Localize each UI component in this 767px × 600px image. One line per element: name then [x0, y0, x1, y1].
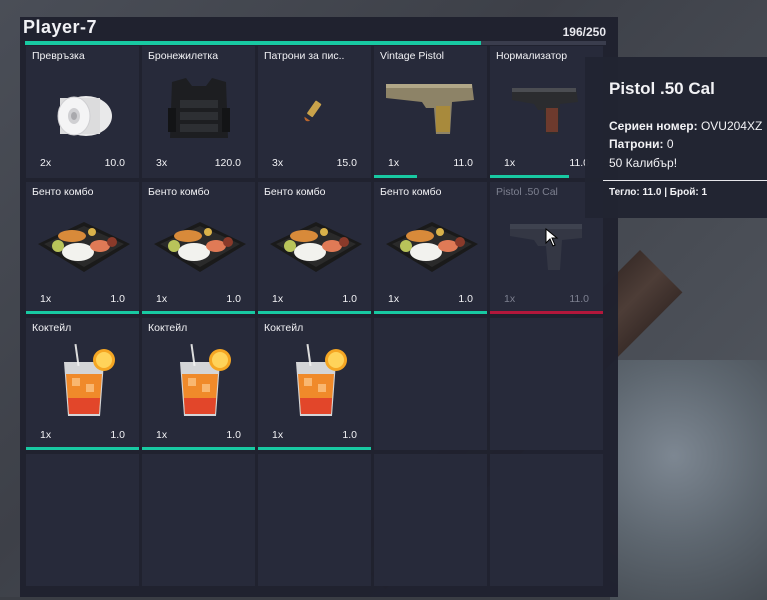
pistol-ammo-icon [258, 68, 371, 148]
rock-background [610, 360, 767, 600]
slot-weight: 120.0 [214, 157, 241, 169]
inventory-slot[interactable]: Коктейл 1x 1.0 [26, 318, 139, 450]
empty-inventory-slot[interactable] [490, 454, 603, 586]
slot-durability-bar [374, 311, 487, 314]
slot-durability-bar [26, 447, 139, 450]
empty-inventory-slot[interactable] [258, 454, 371, 586]
slot-quantity: 1x [40, 429, 52, 441]
tooltip-serial: Сериен номер: OVU204XZ [609, 119, 762, 133]
slot-weight: 1.0 [226, 293, 241, 305]
inventory-weight: 196/250 [562, 25, 606, 39]
inventory-slot[interactable]: Бенто комбо 1x 1.0 [142, 182, 255, 314]
inventory-panel: Player-7 196/250 Превръзка 2x 10.0 Бронежи… [20, 17, 618, 597]
empty-inventory-slot[interactable] [374, 318, 487, 450]
slot-quantity: 1x [388, 293, 400, 305]
inventory-slot[interactable]: Бенто комбо 1x 1.0 [26, 182, 139, 314]
body-armor-vest-icon [142, 68, 255, 148]
empty-inventory-slot[interactable] [26, 454, 139, 586]
cocktail-glass-icon [142, 340, 255, 420]
tooltip-divider [603, 180, 767, 181]
slot-quantity: 1x [388, 157, 400, 169]
slot-quantity: 3x [156, 157, 168, 169]
inventory-slot[interactable]: Бронежилетка 3x 120.0 [142, 46, 255, 178]
slot-item-name: Vintage Pistol [380, 50, 445, 62]
slot-item-name: Бенто комбо [264, 186, 326, 198]
vintage-pistol-icon [374, 68, 487, 148]
item-tooltip: Pistol .50 Cal Сериен номер: OVU204XZ Па… [585, 57, 767, 218]
slot-durability-bar [490, 311, 603, 314]
slot-item-name: Бенто комбо [148, 186, 210, 198]
slot-durability-bar [258, 311, 371, 314]
slot-weight: 1.0 [226, 429, 241, 441]
tooltip-footer: Тегло: 11.0 | Брой: 1 [609, 187, 708, 198]
inventory-slot[interactable]: Патрони за пис.. 3x 15.0 [258, 46, 371, 178]
inventory-title: Player-7 [23, 17, 98, 37]
slot-item-name: Бронежилетка [148, 50, 219, 62]
slot-item-name: Коктейл [32, 322, 72, 334]
inventory-slot[interactable]: Превръзка 2x 10.0 [26, 46, 139, 178]
slot-quantity: 1x [156, 429, 168, 441]
empty-inventory-slot[interactable] [142, 454, 255, 586]
slot-weight: 10.0 [104, 157, 125, 169]
serial-label: Сериен номер: [609, 119, 698, 133]
bento-box-icon [374, 204, 487, 284]
slot-durability-bar [374, 175, 417, 178]
slot-quantity: 3x [272, 157, 284, 169]
serial-value: OVU204XZ [700, 119, 763, 133]
slot-item-name: Превръзка [32, 50, 85, 62]
slot-weight: 1.0 [342, 429, 357, 441]
bento-box-icon [142, 204, 255, 284]
slot-weight: 1.0 [342, 293, 357, 305]
empty-inventory-slot[interactable] [490, 318, 603, 450]
slot-durability-bar [26, 311, 139, 314]
weight-bar-fill [25, 41, 481, 45]
inventory-slot[interactable]: Бенто комбо 1x 1.0 [258, 182, 371, 314]
slot-quantity: 1x [272, 429, 284, 441]
slot-quantity: 1x [156, 293, 168, 305]
empty-inventory-slot[interactable] [374, 454, 487, 586]
slot-weight: 1.0 [110, 293, 125, 305]
cocktail-glass-icon [26, 340, 139, 420]
slot-quantity: 1x [40, 293, 52, 305]
slot-item-name: Коктейл [264, 322, 304, 334]
weight-bar [25, 41, 606, 45]
ammo-label: Патрони: [609, 137, 664, 151]
cocktail-glass-icon [258, 340, 371, 420]
slot-weight: 11.0 [453, 157, 473, 169]
slot-durability-bar [142, 447, 255, 450]
slot-quantity: 2x [40, 157, 52, 169]
mouse-cursor-icon [545, 228, 559, 247]
bento-box-icon [258, 204, 371, 284]
slot-weight: 11.0 [569, 293, 589, 305]
inventory-slot[interactable]: Коктейл 1x 1.0 [258, 318, 371, 450]
slot-item-name: Коктейл [148, 322, 188, 334]
slot-durability-bar [142, 311, 255, 314]
slot-item-name: Бенто комбо [32, 186, 94, 198]
ammo-value: 0 [666, 137, 674, 151]
bandage-roll-icon [26, 68, 139, 148]
slot-durability-bar [490, 175, 570, 178]
bento-box-icon [26, 204, 139, 284]
inventory-slot[interactable]: Бенто комбо 1x 1.0 [374, 182, 487, 314]
slot-weight: 1.0 [110, 429, 125, 441]
tooltip-ammo: Патрони: 0 [609, 137, 674, 151]
slot-item-name: Бенто комбо [380, 186, 442, 198]
slot-quantity: 1x [504, 293, 516, 305]
slot-quantity: 1x [504, 157, 516, 169]
slot-item-name: Патрони за пис.. [264, 50, 345, 62]
inventory-slot[interactable]: Коктейл 1x 1.0 [142, 318, 255, 450]
slot-weight: 15.0 [336, 157, 357, 169]
slot-quantity: 1x [272, 293, 284, 305]
slot-weight: 1.0 [458, 293, 473, 305]
slot-durability-bar [258, 447, 371, 450]
tooltip-caliber: 50 Калибър! [609, 156, 678, 170]
tooltip-title: Pistol .50 Cal [609, 79, 715, 98]
inventory-slot[interactable]: Vintage Pistol 1x 11.0 [374, 46, 487, 178]
